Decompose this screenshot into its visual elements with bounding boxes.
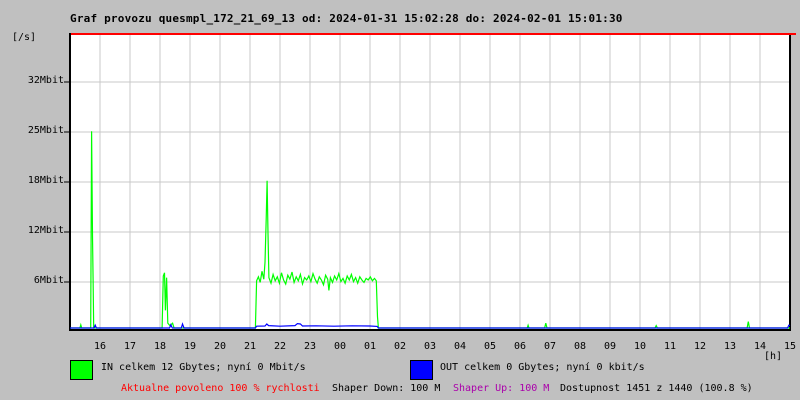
y-tick-label: 6Mbit	[33, 275, 64, 286]
x-tick-label: 12	[693, 341, 707, 352]
x-tick-label: 00	[333, 341, 347, 352]
y-tick-label: 18Mbit	[27, 175, 64, 186]
in-series-swatch	[70, 360, 93, 380]
y-tick-label: 25Mbit	[27, 125, 64, 136]
x-tick-label: 04	[453, 341, 467, 352]
shaper-up-status: Shaper Up: 100 M	[453, 383, 550, 394]
x-tick-label: 10	[633, 341, 647, 352]
x-tick-label: 09	[603, 341, 617, 352]
x-tick-label: 21	[243, 341, 257, 352]
out-series-swatch	[410, 360, 433, 380]
x-tick-label: 13	[723, 341, 737, 352]
availability-status: Dostupnost 1451 z 1440 (100.8 %)	[560, 383, 753, 394]
allowed-speed-status: Aktualne povoleno 100 % rychlosti	[121, 383, 320, 394]
y-axis-unit-label: [/s]	[12, 32, 37, 43]
x-tick-label: 03	[423, 341, 437, 352]
x-tick-label: 16	[93, 341, 107, 352]
x-tick-label: 02	[393, 341, 407, 352]
traffic-graph-window: Graf provozu quesmpl_172_21_69_13 od: 20…	[0, 0, 800, 400]
shaper-down-status: Shaper Down: 100 M	[332, 383, 441, 394]
out-series-legend-label: OUT celkem 0 Gbytes; nyní 0 kbit/s	[440, 362, 645, 373]
x-tick-label: 07	[543, 341, 557, 352]
x-tick-label: 05	[483, 341, 497, 352]
x-tick-label: 17	[123, 341, 137, 352]
x-tick-label: 22	[273, 341, 287, 352]
traffic-chart-plot	[64, 33, 796, 331]
in-series-legend-label: IN celkem 12 Gbytes; nyní 0 Mbit/s	[101, 362, 306, 373]
x-axis-unit-label: [h]	[764, 351, 783, 362]
x-tick-label: 23	[303, 341, 317, 352]
x-tick-label: 20	[213, 341, 227, 352]
x-tick-label: 19	[183, 341, 197, 352]
page-title: Graf provozu quesmpl_172_21_69_13 od: 20…	[70, 12, 623, 25]
x-tick-label: 08	[573, 341, 587, 352]
x-tick-label: 01	[363, 341, 377, 352]
x-tick-label: 06	[513, 341, 527, 352]
y-tick-label: 32Mbit	[27, 75, 64, 86]
y-tick-label: 12Mbit	[27, 225, 64, 236]
x-tick-label: 11	[663, 341, 677, 352]
x-tick-label: 18	[153, 341, 167, 352]
